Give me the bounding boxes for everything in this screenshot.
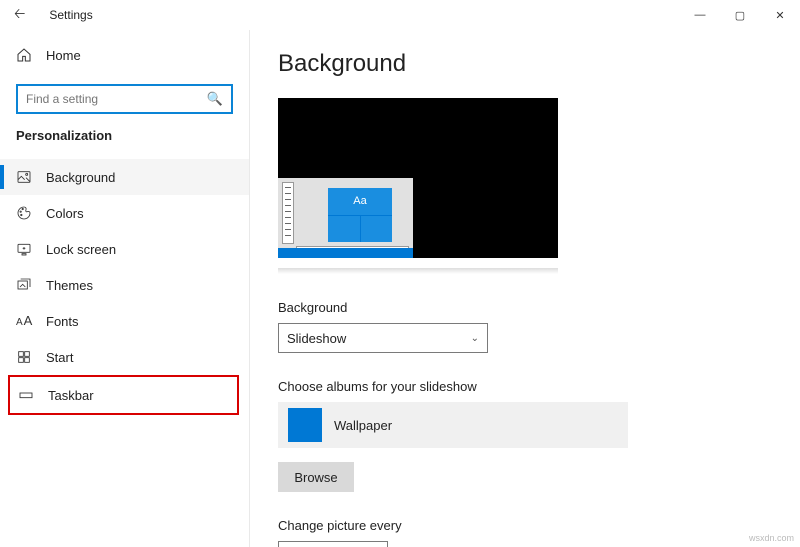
sidebar-item-colors[interactable]: Colors [0,195,249,231]
sidebar-item-label: Start [46,350,73,365]
page-title: Background [278,50,772,78]
album-thumbnail [288,408,322,442]
section-heading: Personalization [0,128,249,143]
sidebar-item-label: Colors [46,206,84,221]
sidebar-item-lockscreen[interactable]: Lock screen [0,231,249,267]
home-label: Home [46,48,81,63]
search-field[interactable] [26,92,196,106]
sidebar-item-fonts[interactable]: AA Fonts [0,303,249,339]
preview-text: Aa [328,188,392,215]
interval-label: Change picture every [278,518,772,533]
minimize-button[interactable]: ― [680,0,720,30]
sidebar: Home 🔍 Personalization Background Colors [0,30,250,547]
sidebar-item-label: Background [46,170,115,185]
content-pane: Background Aa Background Slideshow ⌄ [250,30,800,547]
search-input[interactable]: 🔍 [16,84,233,114]
watermark: wsxdn.com [749,533,794,543]
start-icon [16,349,32,365]
lock-icon [16,241,32,257]
home-nav[interactable]: Home [0,38,249,72]
background-label: Background [278,300,772,315]
sidebar-item-themes[interactable]: Themes [0,267,249,303]
sidebar-item-label: Themes [46,278,93,293]
back-button[interactable]: 🡠 [8,1,31,29]
themes-icon [16,277,32,293]
fonts-icon: AA [16,313,32,329]
albums-label: Choose albums for your slideshow [278,379,772,394]
sidebar-item-label: Lock screen [46,242,116,257]
search-icon: 🔍 [207,91,223,107]
close-button[interactable]: ✕ [760,0,800,30]
sidebar-item-background[interactable]: Background [0,159,249,195]
home-icon [16,47,32,63]
sidebar-item-label: Taskbar [48,388,94,403]
palette-icon [16,205,32,221]
sidebar-item-start[interactable]: Start [0,339,249,375]
album-name: Wallpaper [334,418,392,433]
sidebar-item-taskbar[interactable]: Taskbar [8,375,239,415]
desktop-preview: Aa [278,98,558,258]
titlebar: 🡠 Settings ― ▢ ✕ [0,0,800,30]
album-item[interactable]: Wallpaper [278,402,628,448]
chevron-down-icon: ⌄ [471,333,479,344]
interval-dropdown[interactable]: 30 minutes ⌄ [278,541,388,547]
background-dropdown[interactable]: Slideshow ⌄ [278,323,488,353]
background-value: Slideshow [287,331,346,346]
picture-icon [16,169,32,185]
taskbar-icon [18,387,34,403]
maximize-button[interactable]: ▢ [720,0,760,30]
window-title: Settings [49,8,92,22]
sidebar-item-label: Fonts [46,314,79,329]
browse-button[interactable]: Browse [278,462,354,492]
